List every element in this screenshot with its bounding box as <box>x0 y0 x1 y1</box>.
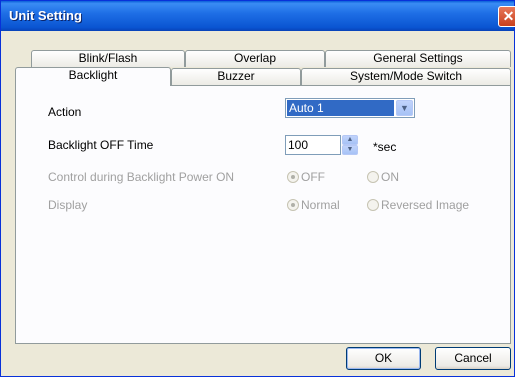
action-label: Action <box>48 105 82 119</box>
control-on-label: ON <box>381 170 399 184</box>
tab-backlight[interactable]: Backlight <box>15 67 171 86</box>
radio-selected-dot <box>291 203 295 207</box>
tab-buzzer[interactable]: Buzzer <box>171 68 301 85</box>
chevron-down-icon[interactable]: ▼ <box>396 100 413 116</box>
ok-button[interactable]: OK <box>346 347 421 370</box>
tab-overlap[interactable]: Overlap <box>185 50 325 67</box>
backlight-off-time-input[interactable]: 100 <box>285 135 341 155</box>
tab-system-mode-switch[interactable]: System/Mode Switch <box>301 68 511 85</box>
tab-label: General Settings <box>373 51 463 65</box>
triangle-up-icon[interactable]: ▲ <box>342 135 358 145</box>
backlight-off-time-label: Backlight OFF Time <box>48 138 154 152</box>
close-icon: ✕ <box>502 8 515 24</box>
close-button[interactable]: ✕ <box>498 6 515 27</box>
display-normal-label: Normal <box>301 198 340 212</box>
tab-general-settings[interactable]: General Settings <box>325 50 511 67</box>
tab-label: Backlight <box>68 68 118 82</box>
control-on-radio[interactable] <box>367 171 379 183</box>
cancel-button[interactable]: Cancel <box>435 347 511 370</box>
display-reversed-label: Reversed Image <box>381 198 470 212</box>
tab-blink-flash[interactable]: Blink/Flash <box>31 50 185 67</box>
tab-panel-backlight <box>15 85 511 344</box>
tab-label: Overlap <box>233 51 277 65</box>
radio-selected-dot <box>291 175 295 179</box>
window-title: Unit Setting <box>9 8 82 23</box>
tab-label: System/Mode Switch <box>349 69 463 83</box>
unit-setting-window: Unit Setting ✕ Blink/Flash Overlap Gener… <box>0 0 515 377</box>
control-off-radio[interactable] <box>287 171 299 183</box>
tab-label: Buzzer <box>217 69 255 83</box>
display-normal-radio[interactable] <box>287 199 299 211</box>
action-selected-value: Auto 1 <box>287 100 394 116</box>
action-select[interactable]: Auto 1 ▼ <box>285 98 415 118</box>
triangle-down-icon[interactable]: ▼ <box>342 145 358 155</box>
display-label: Display <box>48 198 88 212</box>
display-reversed-radio[interactable] <box>367 199 379 211</box>
title-bar[interactable]: Unit Setting <box>1 1 514 31</box>
control-off-label: OFF <box>301 170 325 184</box>
tab-label: Blink/Flash <box>78 51 138 65</box>
unit-label: *sec <box>373 140 397 154</box>
control-during-power-on-label: Control during Backlight Power ON <box>48 170 235 184</box>
backlight-off-time-spinner: ▲ ▼ <box>342 135 358 155</box>
